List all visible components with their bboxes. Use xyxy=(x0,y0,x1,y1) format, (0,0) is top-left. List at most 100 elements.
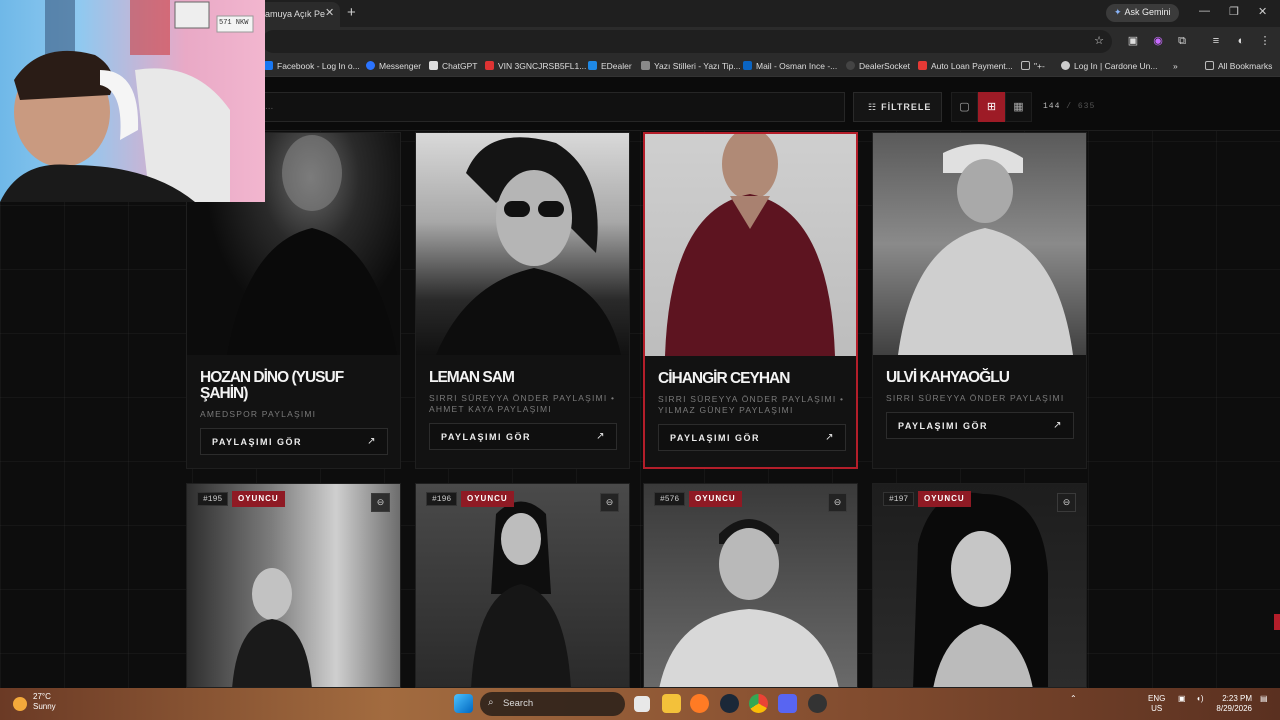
view-post-button[interactable]: PAYLAŞIMI GÖR ↗ xyxy=(429,423,617,450)
bookmark-auto-loan[interactable]: Auto Loan Payment... xyxy=(918,61,1013,71)
view-dense-button[interactable]: ▦ xyxy=(1005,92,1032,122)
close-window-icon[interactable]: ✕ xyxy=(1258,5,1267,18)
firefox-icon[interactable] xyxy=(690,694,709,713)
person-source: SIRRI SÜREYYA ÖNDER PAYLAŞIMI • AHMET KA… xyxy=(429,393,616,414)
person-photo xyxy=(416,484,629,687)
weather-temp: 27°C xyxy=(33,692,51,701)
extension-icon[interactable]: ▣ xyxy=(1126,34,1140,48)
bookmark-messenger[interactable]: Messenger xyxy=(366,61,421,71)
person-card[interactable]: ULVİ KAHYAOĞLU SIRRI SÜREYYA ÖNDER PAYLA… xyxy=(872,132,1087,469)
folder-icon xyxy=(1205,61,1214,70)
filter-button[interactable]: ☷ FİLTRELE xyxy=(853,92,942,122)
task-view-icon[interactable] xyxy=(634,696,650,712)
person-name: CİHANGİR CEYHAN xyxy=(658,370,790,387)
windows-start-icon[interactable] xyxy=(454,694,473,713)
close-tab-icon[interactable]: ✕ xyxy=(325,6,334,19)
person-photo xyxy=(873,484,1086,687)
gemini-sparkle-icon: ✦ xyxy=(1114,7,1122,17)
steam-icon[interactable] xyxy=(720,694,739,713)
search-placeholder: ... xyxy=(265,101,274,112)
taskbar-search-label: Search xyxy=(503,698,534,709)
folder-icon xyxy=(1021,61,1030,70)
maximize-icon[interactable]: ❐ xyxy=(1229,5,1239,18)
actor-card[interactable]: #196 OYUNCU ⊖ xyxy=(415,483,630,688)
person-name: HOZAN DİNO (YUSUF ŞAHİN) xyxy=(200,369,344,402)
person-card-selected[interactable]: CİHANGİR CEYHAN SIRRI SÜREYYA ÖNDER PAYL… xyxy=(643,132,858,469)
person-source: SIRRI SÜREYYA ÖNDER PAYLAŞIMI • YILMAZ G… xyxy=(658,394,845,415)
view-post-button[interactable]: PAYLAŞIMI GÖR ↗ xyxy=(886,412,1074,439)
actor-card[interactable]: #197 OYUNCU ⊖ xyxy=(872,483,1087,688)
role-badge: OYUNCU xyxy=(918,491,971,507)
chrome-icon[interactable] xyxy=(749,694,768,713)
bookmark-chatgpt[interactable]: ChatGPT xyxy=(429,61,477,71)
volume-icon[interactable]: ◖) xyxy=(1196,694,1204,704)
portrait-silhouette xyxy=(665,134,835,356)
bookmark-label: Yazı Stilleri - Yazı Tip... xyxy=(654,61,741,71)
person-name: ULVİ KAHYAOĞLU xyxy=(886,369,1010,386)
profile-avatar-icon[interactable]: ◐ xyxy=(1234,34,1248,48)
all-bookmarks-button[interactable]: All Bookmarks xyxy=(1205,61,1272,71)
portrait-silhouette xyxy=(659,519,839,687)
bookmark-facebook[interactable]: Facebook - Log In o... xyxy=(264,61,360,71)
address-bar[interactable] xyxy=(262,30,1112,53)
person-card[interactable]: LEMAN SAM SIRRI SÜREYYA ÖNDER PAYLAŞIMI … xyxy=(415,132,630,469)
more-bookmarks-button[interactable]: » xyxy=(1173,61,1178,71)
windows-taskbar: 27°C Sunny ⌕ Search ⌃ ENG US ▣ ◖) 2:23 PM 8/… xyxy=(0,688,1280,720)
clock-time: 2:23 PM xyxy=(1222,694,1252,703)
link-icon[interactable]: ⊖ xyxy=(600,493,619,512)
bookmark-yazi-stilleri[interactable]: Yazı Stilleri - Yazı Tip... xyxy=(641,61,740,71)
view-post-button[interactable]: PAYLAŞIMI GÖR ↗ xyxy=(658,424,846,451)
tray-overflow-icon[interactable]: ⌃ xyxy=(1070,694,1077,704)
clock[interactable]: 2:23 PM 8/29/2026 xyxy=(1214,694,1252,714)
media-controls-icon[interactable]: ≡ xyxy=(1209,34,1223,48)
taskbar-search[interactable]: ⌕ Search xyxy=(480,692,625,716)
bookmark-dealersocket[interactable]: DealerSocket xyxy=(846,61,910,71)
actor-card[interactable]: #195 OYUNCU ⊖ xyxy=(186,483,401,688)
keyboard-layout: US xyxy=(1151,704,1163,713)
new-tab-button[interactable]: + xyxy=(347,4,356,21)
bookmark-cardone[interactable]: Log In | Cardone Un... xyxy=(1061,61,1157,71)
obs-icon[interactable] xyxy=(808,694,827,713)
all-bookmarks-label: All Bookmarks xyxy=(1218,61,1273,71)
view-grid-button[interactable]: ⊞ xyxy=(978,92,1005,122)
notification-icon[interactable]: ▤ xyxy=(1260,694,1268,704)
file-explorer-icon[interactable] xyxy=(662,694,681,713)
bookmark-edealer[interactable]: EDealer xyxy=(588,61,632,71)
portrait-silhouette xyxy=(436,137,621,355)
discord-icon[interactable] xyxy=(778,694,797,713)
count-shown: 144 xyxy=(1043,102,1061,111)
link-icon[interactable]: ⊖ xyxy=(371,493,390,512)
arrow-up-right-icon: ↗ xyxy=(1053,420,1063,431)
count-separator: / xyxy=(1066,102,1073,111)
link-icon[interactable]: ⊖ xyxy=(1057,493,1076,512)
extensions-puzzle-icon[interactable]: ⧉ xyxy=(1175,34,1189,48)
bookmark-star-icon[interactable]: ☆ xyxy=(1092,34,1106,48)
profile-extension-icon[interactable]: ◉ xyxy=(1151,34,1165,48)
search-input[interactable]: ... xyxy=(250,92,845,122)
browser-menu-icon[interactable]: ⋮ xyxy=(1258,34,1272,48)
scroll-indicator[interactable] xyxy=(1274,614,1280,630)
person-photo xyxy=(644,484,857,687)
cardone-icon xyxy=(1061,61,1070,70)
network-icon[interactable]: ▣ xyxy=(1178,694,1186,704)
language-indicator[interactable]: ENG US xyxy=(1148,694,1165,714)
portrait-silhouette xyxy=(471,501,571,687)
view-single-button[interactable]: ▢ xyxy=(951,92,978,122)
view-post-label: PAYLAŞIMI GÖR xyxy=(898,421,989,431)
actor-card[interactable]: #576 OYUNCU ⊖ xyxy=(643,483,858,688)
bookmark-folder[interactable]: "+- xyxy=(1021,61,1045,71)
font-icon xyxy=(641,61,650,70)
portrait-silhouette xyxy=(898,144,1073,355)
link-icon[interactable]: ⊖ xyxy=(828,493,847,512)
person-source: SIRRI SÜREYYA ÖNDER PAYLAŞIMI xyxy=(886,393,1065,403)
person-photo xyxy=(645,134,856,356)
bookmark-vin[interactable]: VIN 3GNCJRSB5FL1... xyxy=(485,61,586,71)
minimize-icon[interactable]: — xyxy=(1199,5,1210,17)
bookmark-mail[interactable]: Mail - Osman Ince -... xyxy=(743,61,837,71)
weather-widget[interactable]: 27°C Sunny xyxy=(33,692,56,712)
auto-loan-icon xyxy=(918,61,927,70)
ask-gemini-button[interactable]: ✦ Ask Gemini xyxy=(1106,4,1179,22)
weather-sun-icon[interactable] xyxy=(13,697,27,711)
weather-condition: Sunny xyxy=(33,702,56,711)
view-post-button[interactable]: PAYLAŞIMI GÖR ↗ xyxy=(200,428,388,455)
